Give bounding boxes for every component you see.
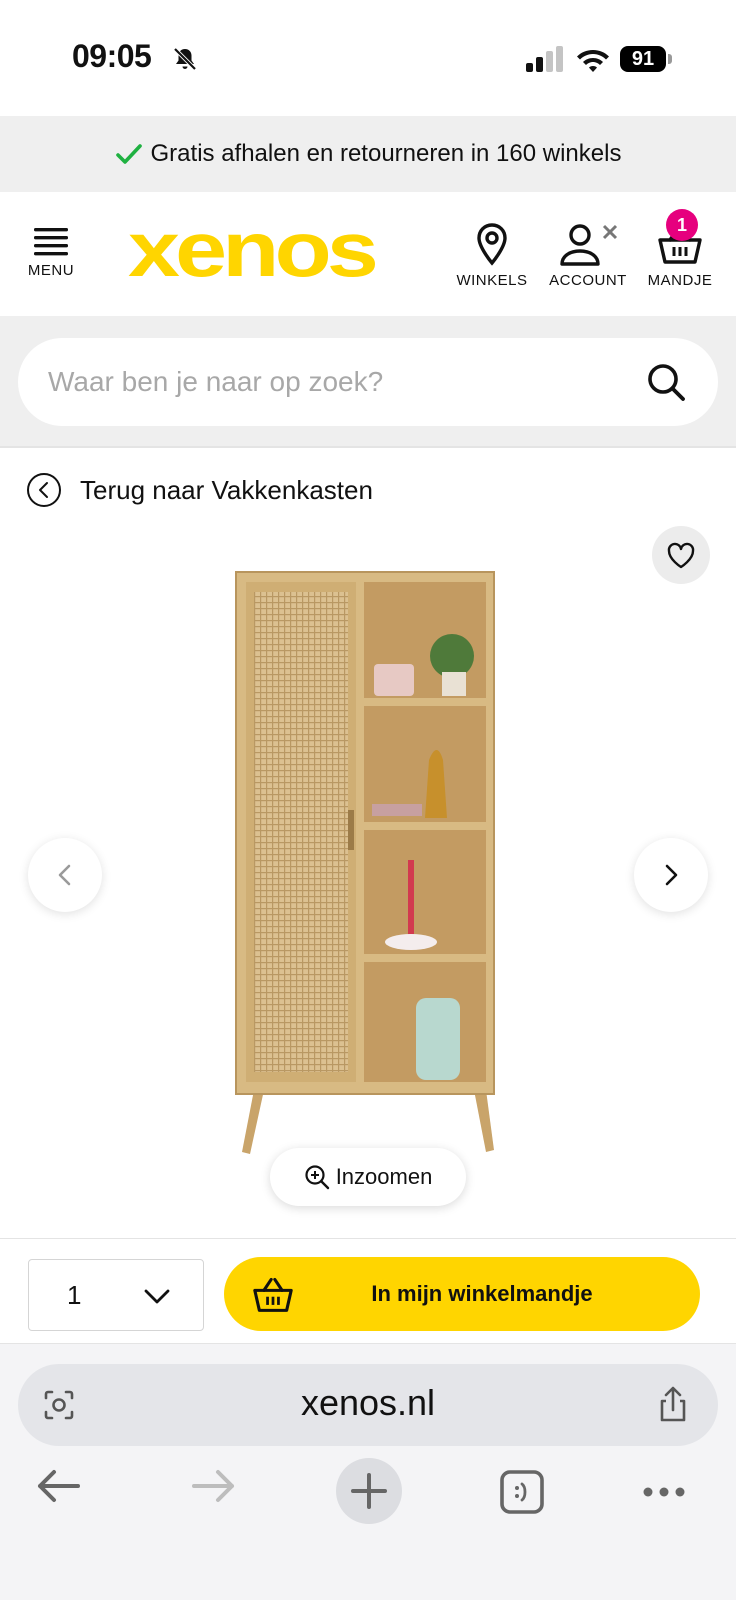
check-icon [115, 144, 142, 164]
cart-count-badge: 1 [666, 209, 698, 241]
battery-level: 91 [620, 46, 666, 72]
zoom-in-icon [305, 1165, 329, 1190]
forward-arrow-icon[interactable] [190, 1466, 238, 1506]
next-image-button[interactable] [634, 838, 708, 912]
zoom-label: Inzoomen [335, 1164, 433, 1189]
wishlist-button[interactable] [652, 526, 710, 584]
add-to-cart-button[interactable]: In mijn winkelmandje [224, 1257, 700, 1331]
back-link-label: Terug naar Vakkenkasten [80, 474, 373, 505]
share-icon[interactable] [654, 1384, 692, 1424]
address-bar[interactable]: xenos.nl [18, 1364, 718, 1446]
back-arrow-icon[interactable] [34, 1466, 82, 1506]
add-to-cart-label: In mijn winkelmandje [371, 1281, 593, 1306]
add-to-cart-bar: 1 In mijn winkelmandje [0, 1238, 736, 1344]
site-header: MENU xenos WINKELS ACCOUNT MANDJE 1 [0, 192, 736, 316]
bell-muted-icon [173, 47, 197, 71]
account-label: ACCOUNT [549, 272, 627, 289]
product-image [235, 571, 495, 1154]
svg-text:xenos: xenos [128, 218, 376, 284]
promo-text: Gratis afhalen en retourneren in 160 win… [150, 140, 622, 167]
tabs-icon[interactable] [498, 1468, 546, 1516]
more-options-icon[interactable] [640, 1482, 688, 1502]
search-box [18, 338, 718, 426]
stores-label: WINKELS [456, 272, 528, 289]
quantity-select[interactable]: 1 [28, 1259, 204, 1331]
url-text: xenos.nl [300, 1382, 436, 1423]
zoom-button[interactable]: Inzoomen [270, 1148, 466, 1206]
menu-label: MENU [27, 262, 75, 279]
battery-cap [668, 54, 672, 64]
wifi-icon [577, 50, 609, 72]
search-area [0, 316, 736, 448]
hamburger-icon [34, 228, 68, 256]
new-tab-button[interactable] [336, 1458, 402, 1524]
status-time: 09:05 [72, 38, 152, 74]
back-to-category-link[interactable]: Terug naar Vakkenkasten [26, 470, 373, 510]
promo-bar: Gratis afhalen en retourneren in 160 win… [0, 116, 736, 192]
stores-button[interactable]: WINKELS [452, 222, 532, 289]
chevron-left-icon [58, 864, 71, 886]
browser-toolbar: xenos.nl [0, 1344, 736, 1600]
cart-label: MANDJE [647, 272, 713, 289]
heart-icon [667, 542, 695, 569]
chevron-left-circle-icon [27, 473, 61, 507]
account-button[interactable]: ACCOUNT [546, 222, 630, 289]
chevron-right-icon [665, 864, 678, 886]
search-icon[interactable] [644, 360, 688, 404]
chevron-down-icon [144, 1289, 170, 1304]
quantity-value: 1 [67, 1280, 82, 1310]
plus-icon [351, 1473, 387, 1509]
location-pin-icon [477, 223, 507, 266]
signal-icon [526, 46, 563, 72]
previous-image-button[interactable] [28, 838, 102, 912]
account-icon [560, 224, 618, 266]
battery-indicator: 91 [620, 46, 672, 72]
menu-button[interactable]: MENU [26, 226, 76, 292]
status-bar: 09:05 91 [0, 0, 736, 116]
xenos-logo[interactable]: xenos [128, 218, 378, 284]
search-input[interactable] [48, 360, 628, 404]
